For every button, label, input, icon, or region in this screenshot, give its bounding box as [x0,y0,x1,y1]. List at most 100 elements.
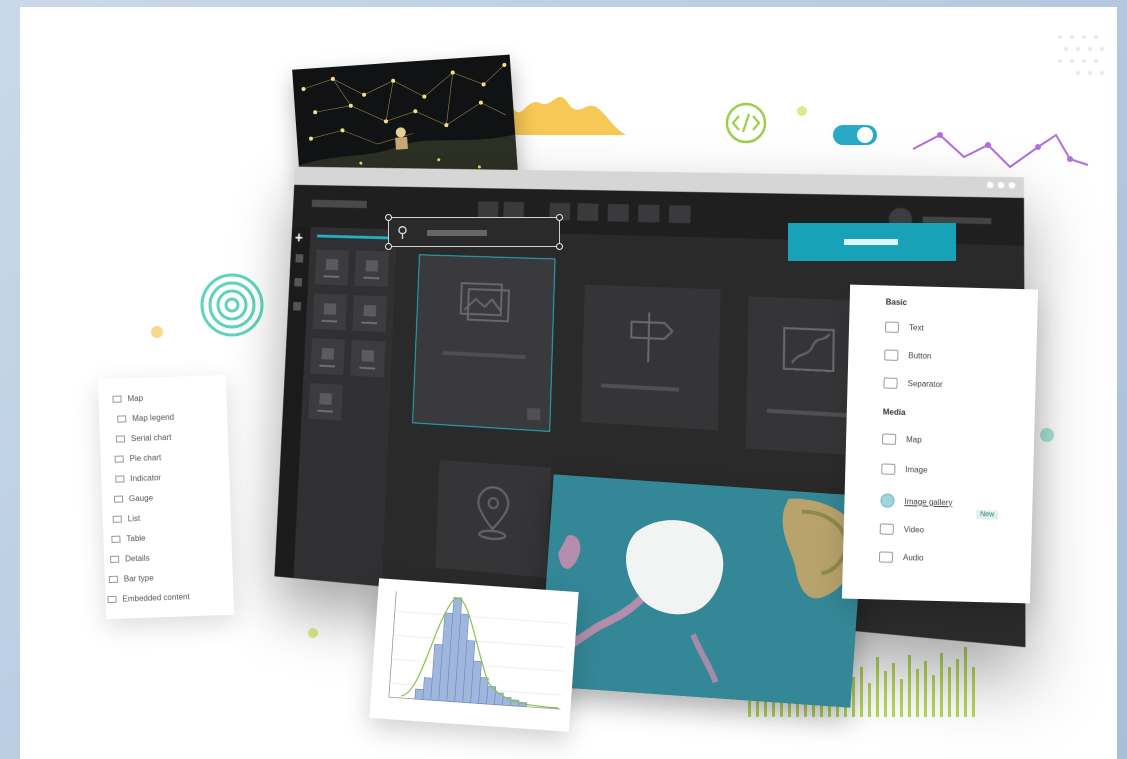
list-item-label: Pie chart [129,453,162,464]
list-item-label: Map [127,393,144,404]
prop-item-map[interactable]: Map [881,433,922,445]
signpost-icon [623,308,679,366]
video-icon [879,523,894,535]
list-item-serial-chart[interactable]: Serial chart [115,432,172,444]
list-item-label: Bar type [123,573,154,584]
app-logo-placeholder [311,199,367,209]
widget-list-panel: Map Map legend Serial chart Pie chart In… [97,374,235,620]
prop-item-audio[interactable]: Audio [878,551,924,563]
toolbar-button[interactable] [607,203,629,222]
list-item-label: Serial chart [130,432,172,444]
rail-item[interactable] [292,301,302,311]
gauge-icon [113,495,124,503]
map-icon [881,433,897,445]
rail-item[interactable] [295,254,304,263]
location-pin-icon [471,482,514,545]
prop-item-label: Text [908,323,924,333]
toggle-icon [833,125,877,145]
prop-item-label: Audio [902,553,924,563]
widget-tile[interactable] [308,382,343,421]
section-heading-media: Media [882,407,906,418]
plus-icon[interactable]: + [294,230,304,247]
antarctica-map-image [538,474,866,708]
properties-panel: Basic Text Button Separator Media Map Im… [841,284,1039,604]
widget-tile[interactable] [354,250,390,288]
prop-item-label: Video [903,525,925,535]
prop-item-button[interactable]: Button [884,349,932,362]
image-icon [457,277,513,327]
hero-illustration: + ⚲ Map Map legend Serial chart Pie char… [20,7,1117,759]
list-item-table[interactable]: Table [111,533,146,544]
figure-sprite [395,127,408,150]
list-item-indicator[interactable]: Indicator [115,473,161,484]
prop-item-label: Map [905,435,922,445]
list-item-label: Gauge [128,493,154,504]
image-icon [881,463,896,475]
prop-item-label: Separator [907,379,943,390]
code-icon [725,102,767,144]
list-item-map-legend[interactable]: Map legend [117,413,174,424]
primary-action-button[interactable] [788,223,956,261]
search-box[interactable]: ⚲ [385,214,563,250]
purple-line-decor [912,133,1089,169]
details-icon [110,555,120,563]
widget-tile[interactable] [352,295,388,333]
map-icon [777,322,839,382]
embed-icon [107,595,117,604]
audio-icon [878,551,894,563]
pie-chart-icon [114,455,124,463]
list-item-pie-chart[interactable]: Pie chart [114,453,161,464]
list-item-label: Map legend [132,412,175,424]
panel-tab-indicator [317,234,390,240]
list-item-label: Table [126,533,146,544]
signpost-widget[interactable] [580,284,721,431]
button-icon [884,349,899,361]
search-icon: ⚲ [397,224,408,241]
window-controls[interactable] [986,181,1016,189]
prop-item-image-gallery[interactable]: Image gallery [880,493,953,509]
toolbar-button[interactable] [577,203,599,222]
map-icon [112,395,122,403]
search-placeholder [427,230,487,236]
histogram-card [369,578,579,732]
list-item-details[interactable]: Details [110,554,150,564]
new-badge: New [976,509,999,520]
histogram-image [388,591,567,710]
prop-item-label: Image [905,465,928,475]
widget-tile[interactable] [314,249,350,286]
separator-icon [883,377,898,389]
prop-item-text[interactable]: Text [884,321,924,334]
prop-item-label: Image gallery [904,496,953,507]
antarctica-map-card [538,474,866,708]
list-item-embedded-content[interactable]: Embedded content [107,592,190,604]
prop-item-label: Button [908,351,932,361]
list-item-label: Embedded content [122,592,190,604]
prop-item-image[interactable]: Image [881,463,928,475]
prop-item-separator[interactable]: Separator [883,377,943,391]
widget-tile[interactable] [350,339,386,378]
section-heading-basic: Basic [885,297,908,308]
list-item-label: Details [124,553,150,564]
widget-tile[interactable] [312,293,348,331]
prop-item-video[interactable]: Video [879,523,925,535]
table-icon [111,535,121,543]
gallery-icon [880,493,895,508]
list-item-list[interactable]: List [112,513,141,524]
dot-pattern-decor [1058,35,1104,75]
bar-icon [108,575,118,584]
toolbar-button[interactable] [638,204,660,223]
selected-image-widget[interactable] [412,254,556,432]
indicator-icon [115,475,125,483]
legend-icon [117,415,127,423]
toolbar-button[interactable] [668,205,691,224]
widget-panel [293,227,398,587]
list-item-label: List [127,513,141,524]
rail-item[interactable] [294,278,303,287]
chart-icon [115,435,126,443]
widget-tile[interactable] [310,338,345,376]
list-icon [112,515,122,523]
list-item-bar-type[interactable]: Bar type [108,573,154,584]
list-item-map[interactable]: Map [112,394,143,404]
list-item-gauge[interactable]: Gauge [113,493,154,504]
location-widget[interactable] [435,459,551,578]
